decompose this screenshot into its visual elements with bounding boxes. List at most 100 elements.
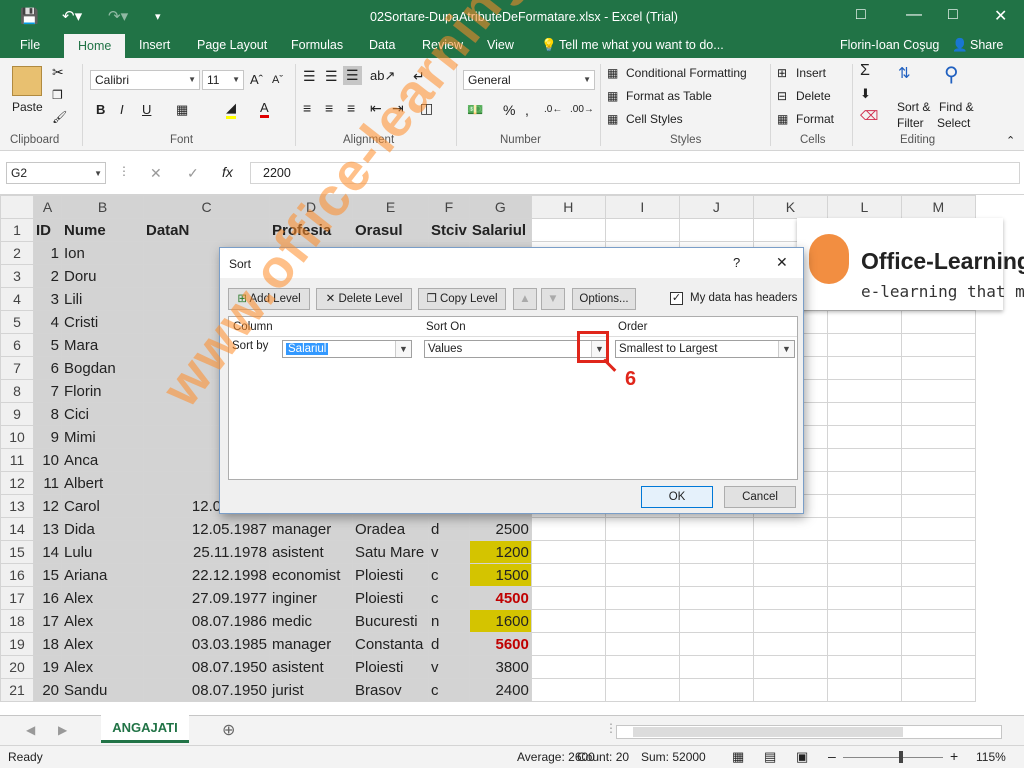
cell[interactable]: Florin	[61, 379, 144, 403]
merge-center-icon[interactable]: ◫	[420, 100, 433, 117]
row-header[interactable]: 21	[0, 678, 34, 702]
cell[interactable]: 12	[33, 494, 62, 518]
headers-checkbox-label[interactable]: My data has headers	[690, 292, 797, 304]
cell[interactable]	[900, 609, 976, 633]
row-header[interactable]: 15	[0, 540, 34, 564]
table-row[interactable]: 16 15 Ariana 22.12.1998 economist Ploiesti c 15…	[0, 563, 976, 587]
format-painter-icon[interactable]: 🖌	[52, 110, 67, 124]
cell[interactable]	[900, 494, 976, 518]
align-middle-icon[interactable]: ☰	[325, 68, 338, 85]
save-icon[interactable]: 💾	[20, 7, 39, 25]
cell[interactable]	[678, 517, 754, 541]
cell[interactable]	[752, 540, 828, 564]
cell[interactable]: manager	[269, 517, 353, 541]
help-button[interactable]: ?	[733, 255, 740, 270]
cell[interactable]	[826, 609, 902, 633]
cell[interactable]: v	[428, 655, 470, 679]
cell[interactable]: Salariul	[468, 218, 532, 242]
cell[interactable]: Anca	[61, 448, 144, 472]
cell[interactable]: 27.09.1977	[143, 586, 270, 610]
column-header[interactable]: H	[530, 195, 606, 219]
table-row[interactable]: 20 19 Alex 08.07.1950 asistent Ploiesti v 3800	[0, 655, 976, 679]
cell[interactable]	[900, 632, 976, 656]
ribbon-display-icon[interactable]: □	[856, 6, 866, 24]
move-down-button[interactable]: ▼	[541, 288, 565, 310]
cell[interactable]	[900, 540, 976, 564]
format-button[interactable]: Format	[796, 112, 834, 126]
row-header[interactable]: 2	[0, 241, 34, 265]
cell[interactable]	[530, 678, 606, 702]
table-row[interactable]: 21 20 Sandu 08.07.1950 jurist Brasov c 2400	[0, 678, 976, 702]
zoom-in-icon[interactable]: +	[950, 748, 958, 764]
cell[interactable]: Orasul	[352, 218, 429, 242]
cell[interactable]	[826, 333, 902, 357]
cell[interactable]	[826, 471, 902, 495]
cell[interactable]: economist	[269, 563, 353, 587]
cell[interactable]	[900, 356, 976, 380]
cell[interactable]	[604, 517, 680, 541]
row-header[interactable]: 3	[0, 264, 34, 288]
tab-review[interactable]: Review	[422, 38, 463, 52]
cell[interactable]: 17	[33, 609, 62, 633]
cell[interactable]	[752, 586, 828, 610]
cell[interactable]: 08.07.1950	[143, 678, 270, 702]
row-header[interactable]: 12	[0, 471, 34, 495]
cell[interactable]: Stciv	[428, 218, 470, 242]
cell[interactable]	[604, 586, 680, 610]
tab-formulas[interactable]: Formulas	[291, 38, 343, 52]
row-header[interactable]: 1	[0, 218, 34, 242]
fill-icon[interactable]: ⬇	[860, 86, 871, 102]
select-all-corner[interactable]	[0, 195, 34, 219]
cell[interactable]	[900, 402, 976, 426]
page-layout-view-icon[interactable]: ▤	[764, 749, 776, 765]
cell[interactable]: 14	[33, 540, 62, 564]
cell[interactable]: Alex	[61, 609, 144, 633]
cell-styles-button[interactable]: Cell Styles	[626, 112, 683, 126]
number-format-select[interactable]: General ▼	[463, 70, 595, 90]
cell[interactable]: 12.05.1987	[143, 517, 270, 541]
cell[interactable]: medic	[269, 609, 353, 633]
cell[interactable]: 9	[33, 425, 62, 449]
table-row[interactable]: 18 17 Alex 08.07.1986 medic Bucuresti n 1600	[0, 609, 976, 633]
tell-me-box[interactable]: Tell me what you want to do...	[559, 38, 724, 52]
column-header[interactable]: C	[143, 195, 270, 219]
currency-icon[interactable]: 💵	[467, 102, 483, 118]
zoom-slider-thumb[interactable]	[899, 751, 903, 763]
row-header[interactable]: 4	[0, 287, 34, 311]
cell[interactable]	[900, 517, 976, 541]
cell[interactable]	[604, 563, 680, 587]
underline-icon[interactable]: U	[142, 102, 151, 117]
insert-button[interactable]: Insert	[796, 66, 826, 80]
order-select[interactable]: Smallest to Largest ▼	[615, 340, 795, 358]
decrease-decimal-icon[interactable]: .00→	[570, 104, 594, 115]
cell[interactable]: c	[428, 586, 470, 610]
cell[interactable]	[678, 218, 754, 242]
cell[interactable]: inginer	[269, 586, 353, 610]
cancel-button[interactable]: Cancel	[724, 486, 796, 508]
cell[interactable]	[604, 632, 680, 656]
cell[interactable]: Sandu	[61, 678, 144, 702]
horizontal-scrollbar[interactable]	[616, 725, 1002, 739]
cell[interactable]	[826, 586, 902, 610]
increase-indent-icon[interactable]: ⇥	[392, 100, 404, 117]
cell[interactable]	[752, 517, 828, 541]
cell[interactable]: Dida	[61, 517, 144, 541]
cell[interactable]: 25.11.1978	[143, 540, 270, 564]
row-header[interactable]: 11	[0, 448, 34, 472]
cell[interactable]	[530, 609, 606, 633]
redo-icon[interactable]: ↷▾	[108, 7, 128, 25]
cell[interactable]: Cici	[61, 402, 144, 426]
cell[interactable]: Satu Mare	[352, 540, 429, 564]
cell[interactable]	[530, 632, 606, 656]
cell[interactable]: manager	[269, 632, 353, 656]
share-button[interactable]: Share	[970, 38, 1003, 52]
conditional-formatting-button[interactable]: Conditional Formatting	[626, 66, 747, 80]
cell[interactable]: Alex	[61, 586, 144, 610]
cell[interactable]: Bucuresti	[352, 609, 429, 633]
cell[interactable]: 03.03.1985	[143, 632, 270, 656]
tab-insert[interactable]: Insert	[139, 38, 170, 52]
row-header[interactable]: 9	[0, 402, 34, 426]
cell[interactable]	[826, 356, 902, 380]
row-header[interactable]: 7	[0, 356, 34, 380]
cell[interactable]	[826, 402, 902, 426]
